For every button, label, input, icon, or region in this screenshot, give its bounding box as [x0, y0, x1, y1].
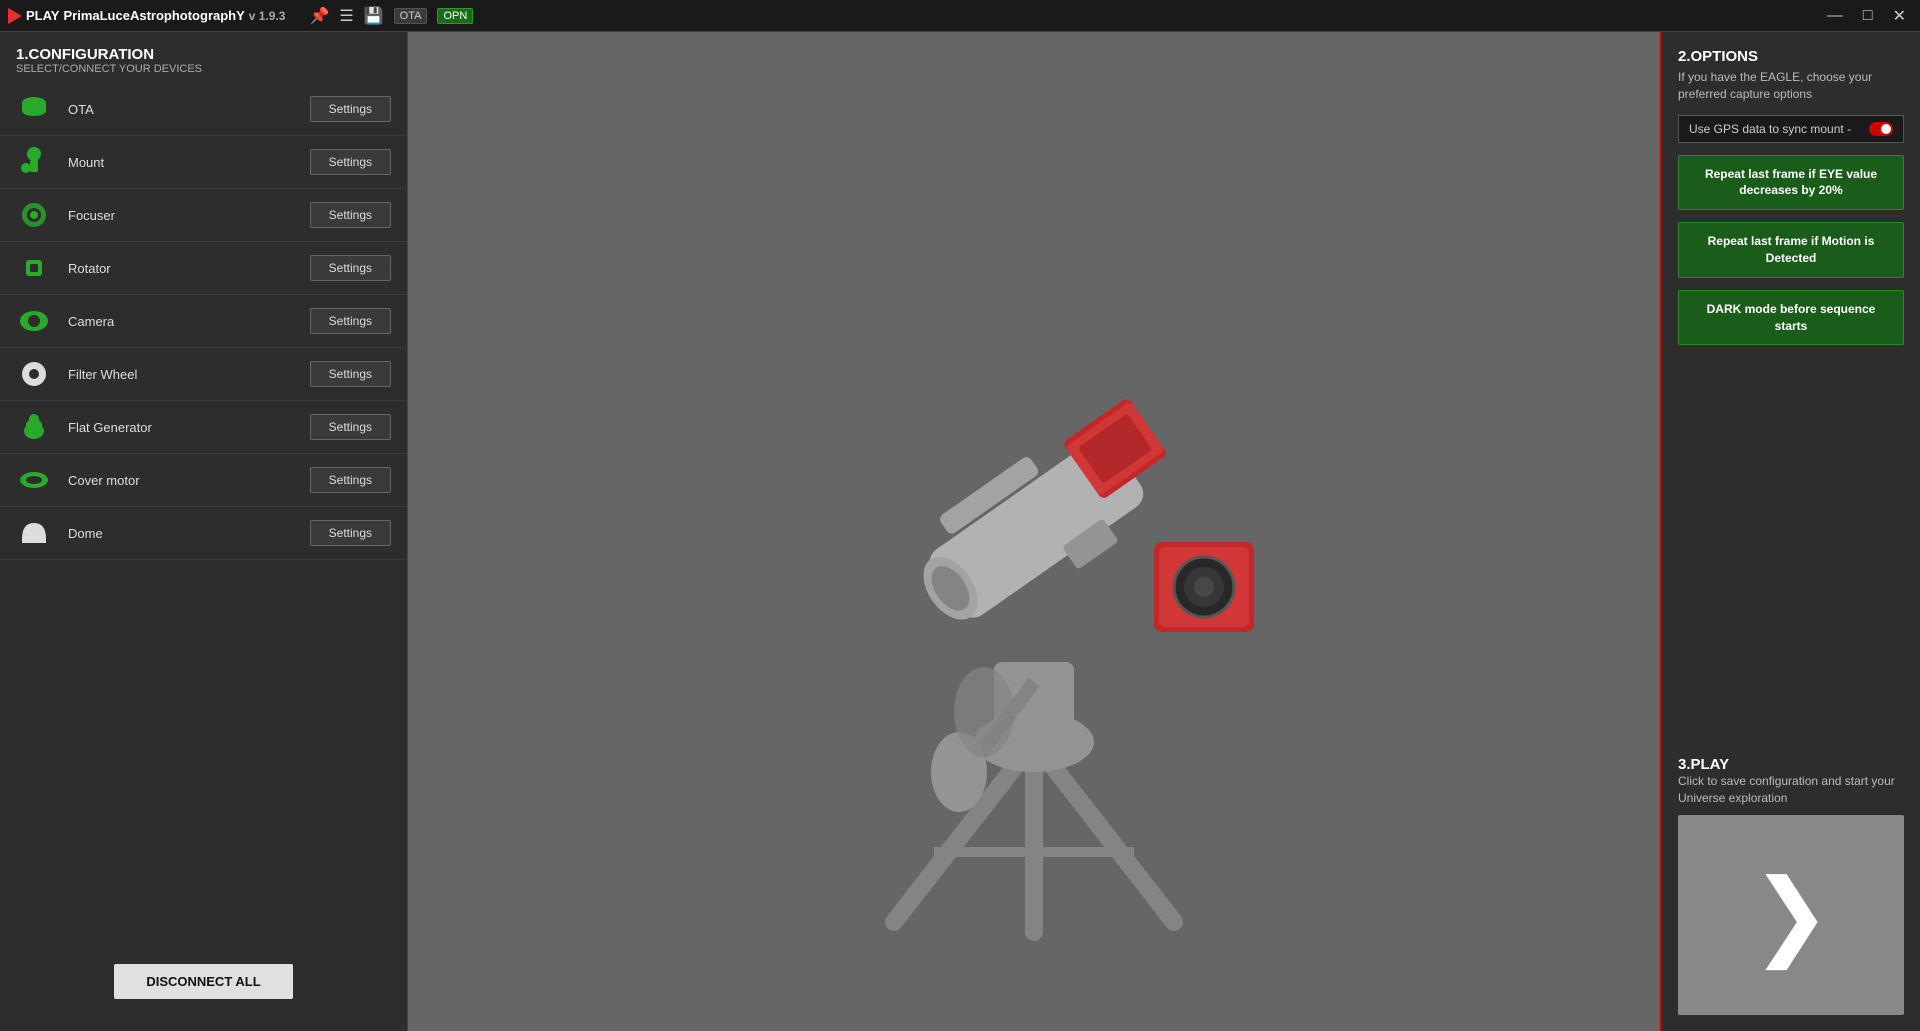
device-item-ota: OTA Settings [0, 83, 407, 136]
options-section: 2.OPTIONS If you have the EAGLE, choose … [1678, 48, 1904, 103]
ota-icon [16, 93, 52, 125]
play-logo-icon [8, 8, 22, 24]
flatgenerator-icon [16, 411, 52, 443]
window-controls: — □ ✕ [1821, 4, 1912, 28]
device-item-focuser: Focuser Settings [0, 189, 407, 242]
close-button[interactable]: ✕ [1887, 4, 1912, 28]
gps-label: Use GPS data to sync mount - [1689, 122, 1851, 136]
disconnect-all-wrapper: DISCONNECT ALL [0, 948, 407, 1015]
device-item-covermotor: Cover motor Settings [0, 454, 407, 507]
toolbar-icons: 📌 ☰ 💾 OTA OPN [309, 6, 473, 26]
settings-button-mount[interactable]: Settings [310, 149, 391, 175]
rotator-icon [16, 252, 52, 284]
configuration-title: 1.CONFIGURATION [16, 46, 391, 63]
eye-value-option[interactable]: Repeat last frame if EYE value decreases… [1678, 155, 1904, 211]
device-name-filterwheel: Filter Wheel [68, 367, 294, 382]
motion-detected-option[interactable]: Repeat last frame if Motion is Detected [1678, 222, 1904, 278]
ota-badge[interactable]: OTA [394, 8, 428, 24]
device-name-flatgenerator: Flat Generator [68, 420, 294, 435]
gps-toggle-circle[interactable] [1869, 122, 1893, 136]
save-icon[interactable]: 💾 [364, 6, 384, 26]
settings-button-focuser[interactable]: Settings [310, 202, 391, 228]
mount-icon [16, 146, 52, 178]
gps-input-row[interactable]: Use GPS data to sync mount - [1678, 115, 1904, 143]
filterwheel-icon [16, 358, 52, 390]
play-section: 3.PLAY Click to save configuration and s… [1678, 756, 1904, 1015]
options-title: 2.OPTIONS [1678, 48, 1904, 65]
play-button[interactable]: ❯ [1678, 815, 1904, 1015]
disconnect-all-button[interactable]: DISCONNECT ALL [114, 964, 292, 999]
right-panel: 2.OPTIONS If you have the EAGLE, choose … [1660, 32, 1920, 1031]
device-name-rotator: Rotator [68, 261, 294, 276]
device-name-ota: OTA [68, 102, 294, 117]
device-item-mount: Mount Settings [0, 136, 407, 189]
device-name-dome: Dome [68, 526, 294, 541]
gps-toggle[interactable] [1869, 122, 1893, 136]
device-item-filterwheel: Filter Wheel Settings [0, 348, 407, 401]
play-chevron-icon: ❯ [1751, 867, 1831, 963]
device-item-camera: Camera Settings [0, 295, 407, 348]
center-panel [408, 32, 1660, 1031]
focuser-icon [16, 199, 52, 231]
device-list: OTA Settings Mount Settings [0, 83, 407, 948]
device-name-mount: Mount [68, 155, 294, 170]
left-panel: 1.CONFIGURATION SELECT/CONNECT YOUR DEVI… [0, 32, 408, 1031]
device-item-dome: Dome Settings [0, 507, 407, 560]
filter-icon[interactable]: ☰ [339, 6, 353, 26]
settings-button-ota[interactable]: Settings [310, 96, 391, 122]
options-desc: If you have the EAGLE, choose your prefe… [1678, 69, 1904, 103]
device-name-camera: Camera [68, 314, 294, 329]
settings-button-covermotor[interactable]: Settings [310, 467, 391, 493]
maximize-button[interactable]: □ [1857, 4, 1879, 28]
configuration-subtitle: SELECT/CONNECT YOUR DEVICES [16, 63, 391, 75]
device-item-rotator: Rotator Settings [0, 242, 407, 295]
play-title: 3.PLAY [1678, 756, 1904, 773]
main-layout: 1.CONFIGURATION SELECT/CONNECT YOUR DEVI… [0, 32, 1920, 1031]
minimize-button[interactable]: — [1821, 4, 1849, 28]
settings-button-dome[interactable]: Settings [310, 520, 391, 546]
dome-icon [16, 517, 52, 549]
play-desc: Click to save configuration and start yo… [1678, 773, 1904, 807]
title-bar: PLAY PrimaLuceAstrophotographY v 1.9.3 📌… [0, 0, 1920, 32]
telescope-background [408, 32, 1660, 1031]
device-item-flatgenerator: Flat Generator Settings [0, 401, 407, 454]
camera-icon [16, 305, 52, 337]
pin-icon[interactable]: 📌 [309, 6, 329, 26]
device-name-focuser: Focuser [68, 208, 294, 223]
configuration-header: 1.CONFIGURATION SELECT/CONNECT YOUR DEVI… [0, 32, 407, 83]
settings-button-flatgenerator[interactable]: Settings [310, 414, 391, 440]
telescope-image [774, 122, 1294, 942]
settings-button-rotator[interactable]: Settings [310, 255, 391, 281]
app-name: PrimaLuceAstrophotographY [63, 8, 244, 23]
covermotor-icon [16, 464, 52, 496]
device-name-covermotor: Cover motor [68, 473, 294, 488]
app-version: v 1.9.3 [249, 9, 286, 23]
dark-mode-option[interactable]: DARK mode before sequence starts [1678, 290, 1904, 346]
opn-badge[interactable]: OPN [437, 8, 473, 24]
app-logo: PLAY PrimaLuceAstrophotographY v 1.9.3 [8, 8, 285, 24]
spacer [1678, 357, 1904, 744]
settings-button-filterwheel[interactable]: Settings [310, 361, 391, 387]
app-name-prefix: PLAY [26, 8, 59, 23]
settings-button-camera[interactable]: Settings [310, 308, 391, 334]
